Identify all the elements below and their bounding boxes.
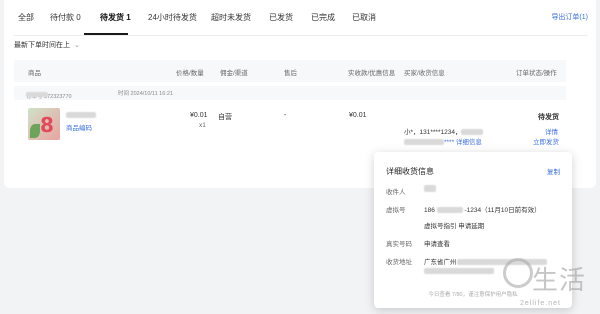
sort-dropdown[interactable]: 最新下单时间在上 ⌄ (14, 40, 80, 50)
order-time: 时间 2024/10/11 16:21 (118, 91, 173, 97)
chevron-down-icon: ⌄ (74, 42, 80, 49)
detail-link[interactable]: 详情 (545, 126, 558, 136)
tab-all[interactable]: 全部 (18, 12, 34, 23)
tab-pending-payment[interactable]: 待付款 0 (50, 12, 81, 23)
tab-completed[interactable]: 已完成 (311, 12, 335, 23)
product-image-number: 8 (40, 113, 54, 137)
watermark-logo-icon (503, 258, 533, 288)
ship-now-link[interactable]: 立即发货 (533, 136, 559, 146)
order-meta-bar: 订单号 372323770 时间 2024/10/11 16:21 (14, 86, 566, 100)
receiver-value (424, 185, 436, 192)
tab-24h-pending[interactable]: 24小时待发货 (148, 12, 197, 23)
product-image-leaf (30, 124, 40, 138)
col-product: 商品 (28, 70, 41, 77)
col-received: 实收款/优惠信息 (348, 70, 396, 77)
received-value: ¥0.01 (349, 112, 367, 119)
tab-overdue[interactable]: 超时未发货 (211, 12, 251, 23)
order-status-tabs: 全部 待付款 0 待发货 1 24小时待发货 超时未发货 已发货 已完成 已取消 (14, 0, 588, 36)
real-number-label: 真实号码 (386, 241, 412, 248)
watermark-url: 2ellife.net (520, 300, 561, 307)
channel-value: 自营 (218, 114, 232, 121)
receiver-label: 收件人 (386, 189, 406, 196)
copy-button[interactable]: 复制 (547, 166, 560, 176)
virtual-number-links[interactable]: 虚拟号指引 申请延期 (424, 220, 484, 230)
col-buyer: 买家/收货信息 (404, 70, 445, 77)
detail-info-link[interactable]: **** 详细信息 (444, 139, 482, 146)
product-code-link[interactable]: 商品编码 (66, 122, 92, 132)
tab-pending-shipment[interactable]: 待发货 1 (100, 12, 131, 23)
col-price-qty: 价格/数量 (176, 70, 204, 77)
tab-cancelled[interactable]: 已取消 (352, 12, 376, 23)
product-thumbnail[interactable]: 8 (28, 108, 60, 140)
buyer-detail: **** 详细信息 (404, 136, 482, 146)
col-aftersale: 售后 (284, 70, 297, 77)
col-commission: 佣金/渠道 (220, 70, 248, 77)
product-name-blurred (66, 112, 96, 119)
export-orders-link[interactable]: 导出订单(1) (551, 12, 588, 22)
active-tab-indicator (84, 33, 128, 35)
quantity-value: x1 (199, 122, 206, 129)
price-value: ¥0.01 (190, 112, 208, 119)
buyer-info: 小*，131****1234， (404, 126, 484, 136)
table-header: 商品 价格/数量 佣金/渠道 售后 实收款/优惠信息 买家/收货信息 订单状态/… (14, 60, 566, 82)
address-value-line2 (424, 268, 494, 275)
sort-label: 最新下单时间在上 (14, 42, 70, 49)
virtual-number-label: 虚拟号 (386, 207, 406, 214)
status-value: 待发货 (538, 114, 559, 121)
tab-shipped[interactable]: 已发货 (269, 12, 293, 23)
watermark-text: 生活 (532, 266, 587, 296)
popup-title: 详细收货信息 (386, 167, 434, 176)
request-view-link[interactable]: 申请查看 (424, 238, 450, 248)
col-status: 订单状态/操作 (516, 70, 557, 77)
virtual-number-value: 186 -1234（11月10日前有效） (424, 207, 541, 214)
address-label: 收货地址 (386, 259, 412, 266)
aftersale-value: - (284, 112, 287, 119)
